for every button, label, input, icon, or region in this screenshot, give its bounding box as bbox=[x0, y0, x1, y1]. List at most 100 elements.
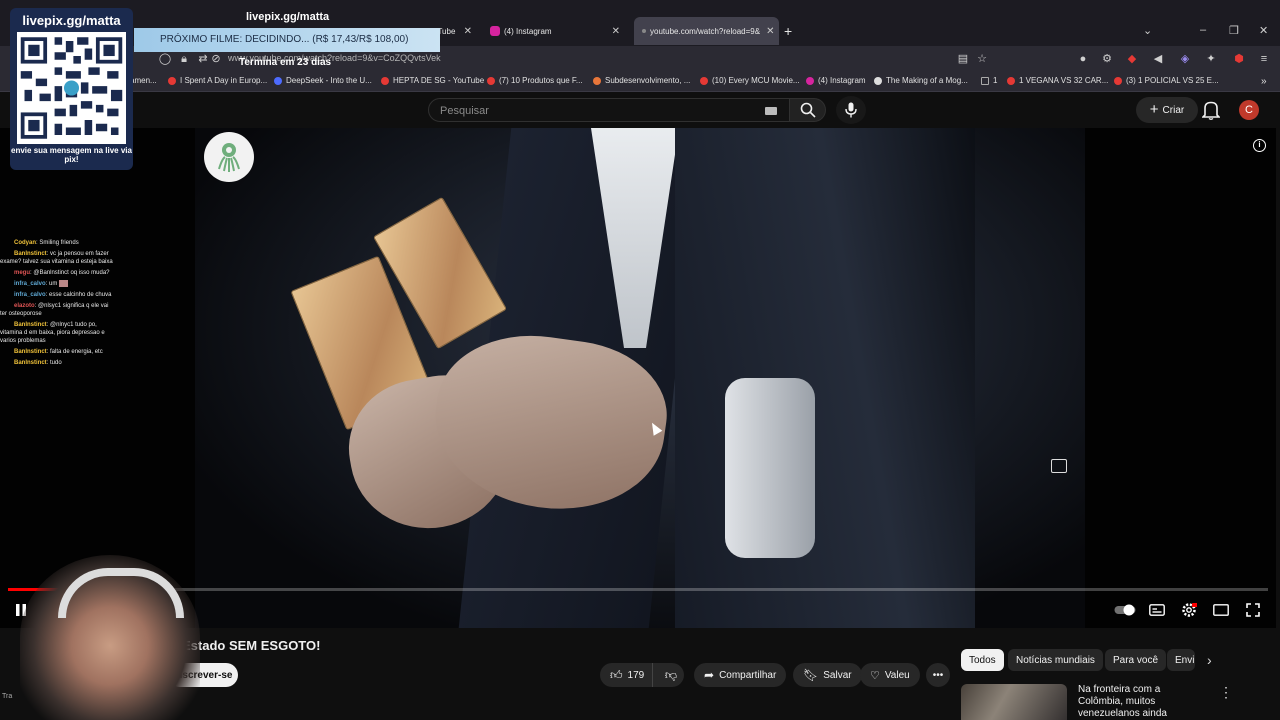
adblock-icon[interactable]: ⬢ bbox=[1232, 52, 1246, 66]
bookmark-item[interactable]: (10) Every MCU Movie... bbox=[700, 76, 800, 85]
bookmark-label: Subdesenvolvimento, ... bbox=[605, 76, 691, 85]
thanks-button[interactable]: ♡ Valeu bbox=[860, 663, 920, 687]
thumbs-up-icon: 👍︎ bbox=[610, 667, 623, 682]
extension-wing-icon[interactable]: ✦ bbox=[1204, 52, 1218, 66]
keyboard-icon[interactable] bbox=[765, 107, 777, 115]
reader-view-icon[interactable]: ▤ bbox=[956, 52, 970, 66]
deepseek-icon bbox=[274, 76, 282, 85]
account-icon[interactable]: ● bbox=[1076, 52, 1090, 66]
bookmark-item[interactable]: DeepSeek - Into the U... bbox=[274, 76, 372, 85]
chat-message: megu: @Banlnstinct oq isso muda? bbox=[14, 270, 110, 276]
theater-mode-button[interactable] bbox=[1212, 601, 1230, 619]
instagram-icon bbox=[490, 26, 500, 36]
tab-label: youtube.com/watch?reload=9& bbox=[650, 26, 761, 36]
bookmark-item[interactable]: 1 VEGANA VS 32 CAR... bbox=[1007, 76, 1108, 85]
chat-text: esse calcinho de chuva bbox=[49, 292, 112, 299]
miniplayer-icon[interactable] bbox=[1051, 459, 1067, 473]
new-tab-button[interactable]: + bbox=[784, 17, 804, 45]
fullscreen-button[interactable] bbox=[1244, 601, 1262, 619]
shield-icon[interactable]: ◯ bbox=[158, 52, 172, 66]
recommended-title[interactable]: Na fronteira com a Colômbia, muitos vene… bbox=[1078, 684, 1208, 720]
avatar[interactable]: C bbox=[1239, 100, 1259, 120]
bookmark-item[interactable]: HEPTA DE SG - YouTube bbox=[381, 76, 484, 85]
chat-emote-icon bbox=[59, 280, 69, 287]
bookmark-star-icon[interactable]: ☆ bbox=[975, 52, 989, 66]
voice-search-button[interactable] bbox=[836, 96, 866, 124]
tab-close-icon[interactable]: ✕ bbox=[606, 26, 620, 37]
chip-todos[interactable]: Todos bbox=[961, 649, 1004, 671]
tracking-icon[interactable]: ⊘ bbox=[209, 52, 223, 66]
chip-uploaded[interactable]: Envi bbox=[1167, 649, 1195, 671]
chip-world-news[interactable]: Notícias mundiais bbox=[1008, 649, 1103, 671]
maximize-icon[interactable]: ❐ bbox=[1229, 24, 1239, 37]
stream-overlay-title: livepix.gg/matta bbox=[246, 11, 330, 23]
bookmark-item[interactable]: The Making of a Mog... bbox=[874, 76, 968, 85]
save-button[interactable]: 🔖︎ Salvar bbox=[793, 663, 862, 687]
channel-watermark[interactable] bbox=[204, 132, 254, 182]
tab-close-icon[interactable]: ✕ bbox=[760, 26, 774, 37]
volume-icon[interactable]: ◀ bbox=[1151, 52, 1165, 66]
youtube-icon bbox=[700, 76, 708, 85]
menu-icon[interactable]: ≡ bbox=[1257, 52, 1271, 66]
chat-text: tudo bbox=[50, 360, 62, 367]
like-button[interactable]: 👍︎ 179 bbox=[600, 663, 653, 687]
info-icon[interactable]: i bbox=[1253, 139, 1266, 152]
progress-bar[interactable] bbox=[8, 588, 1268, 591]
chat-message: infra_calvo: um bbox=[0, 280, 115, 288]
notifications-bell-icon[interactable] bbox=[1202, 100, 1220, 120]
bookmark-item[interactable]: (7) 10 Produtos que F... bbox=[487, 76, 583, 85]
chat-username: Banlnstinct bbox=[14, 322, 47, 329]
chat-username: Banlnstinct bbox=[14, 251, 47, 257]
recommended-thumbnail[interactable] bbox=[961, 684, 1067, 720]
subtitles-button[interactable] bbox=[1148, 601, 1166, 619]
chat-username: Codyan bbox=[14, 240, 37, 246]
bookmark-label: HEPTA DE SG - YouTube bbox=[393, 76, 485, 85]
youtube-icon bbox=[1007, 76, 1015, 85]
ublock-icon[interactable]: ◆ bbox=[1125, 52, 1139, 66]
more-horizontal-icon: ••• bbox=[932, 669, 944, 681]
video-player[interactable]: i bbox=[0, 128, 1276, 628]
bookmark-folder[interactable]: 1 bbox=[981, 76, 997, 85]
like-count: 179 bbox=[627, 669, 645, 681]
qr-caption: envie sua mensagem na live via pix! bbox=[11, 146, 132, 164]
search-input[interactable]: Pesquisar bbox=[428, 98, 790, 122]
close-window-icon[interactable]: ✕ bbox=[1259, 24, 1268, 37]
youtube-icon bbox=[487, 76, 495, 85]
more-vertical-icon[interactable]: ⋮ bbox=[1219, 684, 1233, 701]
chips-next-chevron-icon[interactable]: › bbox=[1207, 652, 1212, 668]
bookmark-label: 1 VEGANA VS 32 CAR... bbox=[1019, 76, 1109, 85]
create-label: Criar bbox=[1162, 104, 1185, 116]
loading-dot-icon bbox=[642, 29, 646, 33]
bookmark-item[interactable]: Subdesenvolvimento, ... bbox=[593, 76, 690, 85]
settings-button[interactable] bbox=[1180, 601, 1198, 619]
bookmark-item[interactable]: (4) Instagram bbox=[806, 76, 866, 85]
save-label: Salvar bbox=[823, 669, 852, 681]
share-button[interactable]: ➦ Compartilhar bbox=[694, 663, 787, 687]
dislike-button[interactable]: 👎︎ bbox=[658, 663, 684, 687]
extension-purple-icon[interactable]: ◈ bbox=[1178, 52, 1192, 66]
lock-icon[interactable]: 🔒︎ bbox=[177, 52, 191, 66]
search-button[interactable] bbox=[790, 98, 826, 122]
bookmark-item[interactable]: (3) 1 POLICIAL VS 25 E... bbox=[1114, 76, 1219, 85]
tab-close-icon[interactable]: ✕ bbox=[458, 26, 472, 37]
tab-list-chevron-icon[interactable]: ⌄ bbox=[1143, 24, 1152, 37]
more-actions-button[interactable]: ••• bbox=[926, 663, 950, 687]
chat-message: elazoto: @nlsyc1 significa q ele vai ter… bbox=[0, 303, 109, 318]
bookmark-label: 1 bbox=[993, 76, 998, 85]
chip-for-you[interactable]: Para você bbox=[1105, 649, 1167, 671]
octopus-logo-icon bbox=[218, 143, 240, 172]
bookmark-item[interactable]: amen... bbox=[130, 76, 157, 85]
create-button[interactable]: + Criar bbox=[1136, 97, 1198, 123]
minimize-icon[interactable]: – bbox=[1200, 24, 1206, 36]
tab-active-youtube-watch[interactable]: youtube.com/watch?reload=9& ✕ bbox=[634, 17, 779, 45]
tab-instagram[interactable]: (4) Instagram ✕ bbox=[482, 17, 628, 45]
ends-in-text: Termina em 23 dias bbox=[239, 57, 332, 68]
autoplay-toggle[interactable] bbox=[1114, 601, 1136, 619]
extensions-icon[interactable]: ⚙ bbox=[1100, 52, 1114, 66]
chat-text: Smiling friends bbox=[39, 240, 79, 246]
permissions-icon[interactable]: ⇄ bbox=[196, 52, 210, 66]
bookmarks-overflow-icon[interactable]: » bbox=[1261, 76, 1267, 87]
next-movie-text: PRÓXIMO FILME: DECIDINDO... (R$ 17,43/R$… bbox=[160, 34, 409, 45]
bookmark-item[interactable]: I Spent A Day in Europ... bbox=[168, 76, 267, 85]
search-placeholder: Pesquisar bbox=[440, 105, 489, 117]
